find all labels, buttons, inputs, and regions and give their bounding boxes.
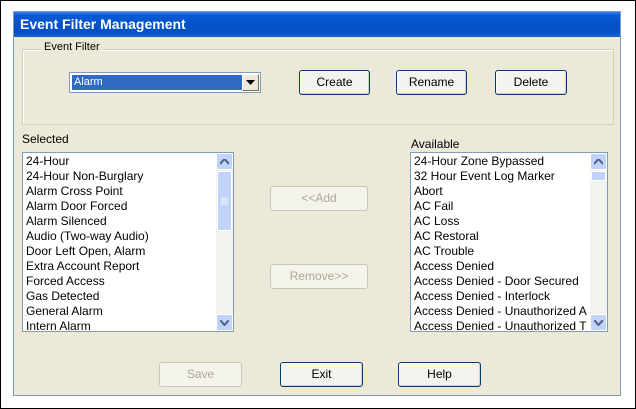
rename-button[interactable]: Rename — [396, 70, 467, 95]
scroll-down-button[interactable] — [216, 314, 233, 331]
list-item[interactable]: 24-Hour Zone Bypassed — [413, 154, 589, 169]
window-title: Event Filter Management — [14, 12, 620, 37]
list-item[interactable]: Forced Access — [25, 274, 215, 289]
scroll-thumb[interactable] — [591, 171, 606, 181]
list-item[interactable]: Alarm Silenced — [25, 214, 215, 229]
scroll-down-button[interactable] — [590, 314, 607, 331]
remove-button[interactable]: Remove>> — [270, 264, 368, 289]
arrow-down-icon — [594, 319, 603, 326]
chevron-down-icon — [246, 79, 255, 85]
list-item[interactable]: Intern Alarm — [25, 319, 215, 331]
list-item[interactable]: Access Denied - Door Secured — [413, 274, 589, 289]
list-item[interactable]: Access Denied - Unauthorized T — [413, 319, 589, 331]
list-item[interactable]: AC Restoral — [413, 229, 589, 244]
selected-scrollbar[interactable] — [216, 153, 233, 331]
event-filter-legend: Event Filter — [41, 41, 103, 53]
list-item[interactable]: Access Denied - Interlock — [413, 289, 589, 304]
list-item[interactable]: Alarm Door Forced — [25, 199, 215, 214]
available-items: 24-Hour Zone Bypassed 32 Hour Event Log M… — [413, 154, 589, 331]
grip-icon — [221, 197, 228, 205]
list-item[interactable]: AC Fail — [413, 199, 589, 214]
dropdown-button[interactable] — [242, 74, 259, 91]
selected-label: Selected — [22, 132, 69, 146]
create-button[interactable]: Create — [299, 70, 370, 95]
list-item[interactable]: 24-Hour — [25, 154, 215, 169]
exit-button[interactable]: Exit — [280, 362, 363, 387]
event-filter-selected-value: Alarm — [72, 75, 242, 90]
list-item[interactable]: Alarm Cross Point — [25, 184, 215, 199]
available-listbox[interactable]: 24-Hour Zone Bypassed 32 Hour Event Log M… — [410, 152, 608, 332]
help-button[interactable]: Help — [398, 362, 481, 387]
arrow-up-icon — [220, 158, 229, 165]
delete-button[interactable]: Delete — [495, 70, 567, 95]
list-item[interactable]: 24-Hour Non-Burglary — [25, 169, 215, 184]
list-item[interactable]: Audio (Two-way Audio) — [25, 229, 215, 244]
scroll-up-button[interactable] — [216, 153, 233, 170]
list-item[interactable]: Abort — [413, 184, 589, 199]
scroll-up-button[interactable] — [590, 153, 607, 170]
arrow-down-icon — [220, 319, 229, 326]
available-scrollbar[interactable] — [590, 153, 607, 331]
list-item[interactable]: Door Left Open, Alarm — [25, 244, 215, 259]
selected-items: 24-Hour 24-Hour Non-Burglary Alarm Cross P… — [25, 154, 215, 331]
list-item[interactable]: AC Loss — [413, 214, 589, 229]
save-button[interactable]: Save — [159, 362, 242, 387]
list-item[interactable]: AC Trouble — [413, 244, 589, 259]
event-filter-select[interactable]: Alarm — [69, 72, 261, 93]
add-button[interactable]: <<Add — [270, 186, 368, 211]
list-item[interactable]: Gas Detected — [25, 289, 215, 304]
selected-listbox[interactable]: 24-Hour 24-Hour Non-Burglary Alarm Cross P… — [22, 152, 234, 332]
list-item[interactable]: 32 Hour Event Log Marker — [413, 169, 589, 184]
scroll-thumb[interactable] — [217, 171, 232, 231]
arrow-up-icon — [594, 158, 603, 165]
available-label: Available — [411, 137, 460, 151]
list-item[interactable]: Access Denied — [413, 259, 589, 274]
list-item[interactable]: General Alarm — [25, 304, 215, 319]
list-item[interactable]: Extra Account Report — [25, 259, 215, 274]
list-item[interactable]: Access Denied - Unauthorized A — [413, 304, 589, 319]
